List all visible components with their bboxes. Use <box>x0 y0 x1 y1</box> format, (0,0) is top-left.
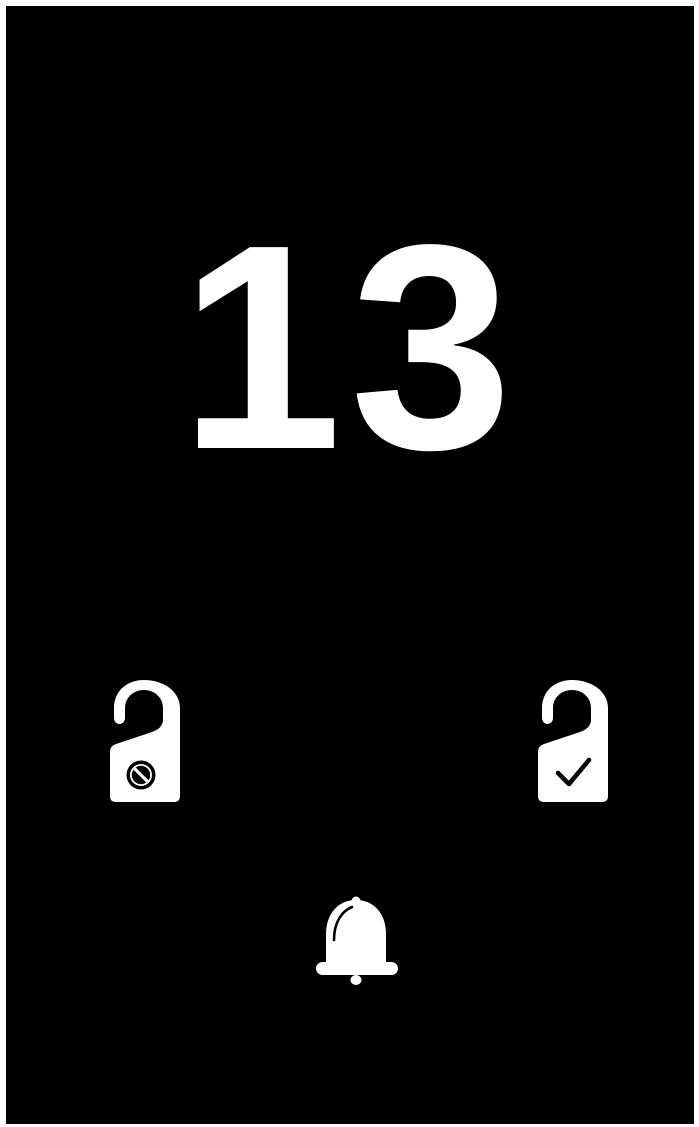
room-number: 13 <box>179 184 521 510</box>
door-hanger-check-icon <box>538 680 608 802</box>
do-not-disturb-button[interactable] <box>108 678 182 804</box>
door-hanger-prohibited-icon <box>110 680 180 802</box>
bell-icon <box>316 896 398 985</box>
make-up-room-button[interactable] <box>536 678 610 804</box>
call-service-button[interactable] <box>314 892 400 988</box>
room-panel: 13 <box>6 6 694 1124</box>
